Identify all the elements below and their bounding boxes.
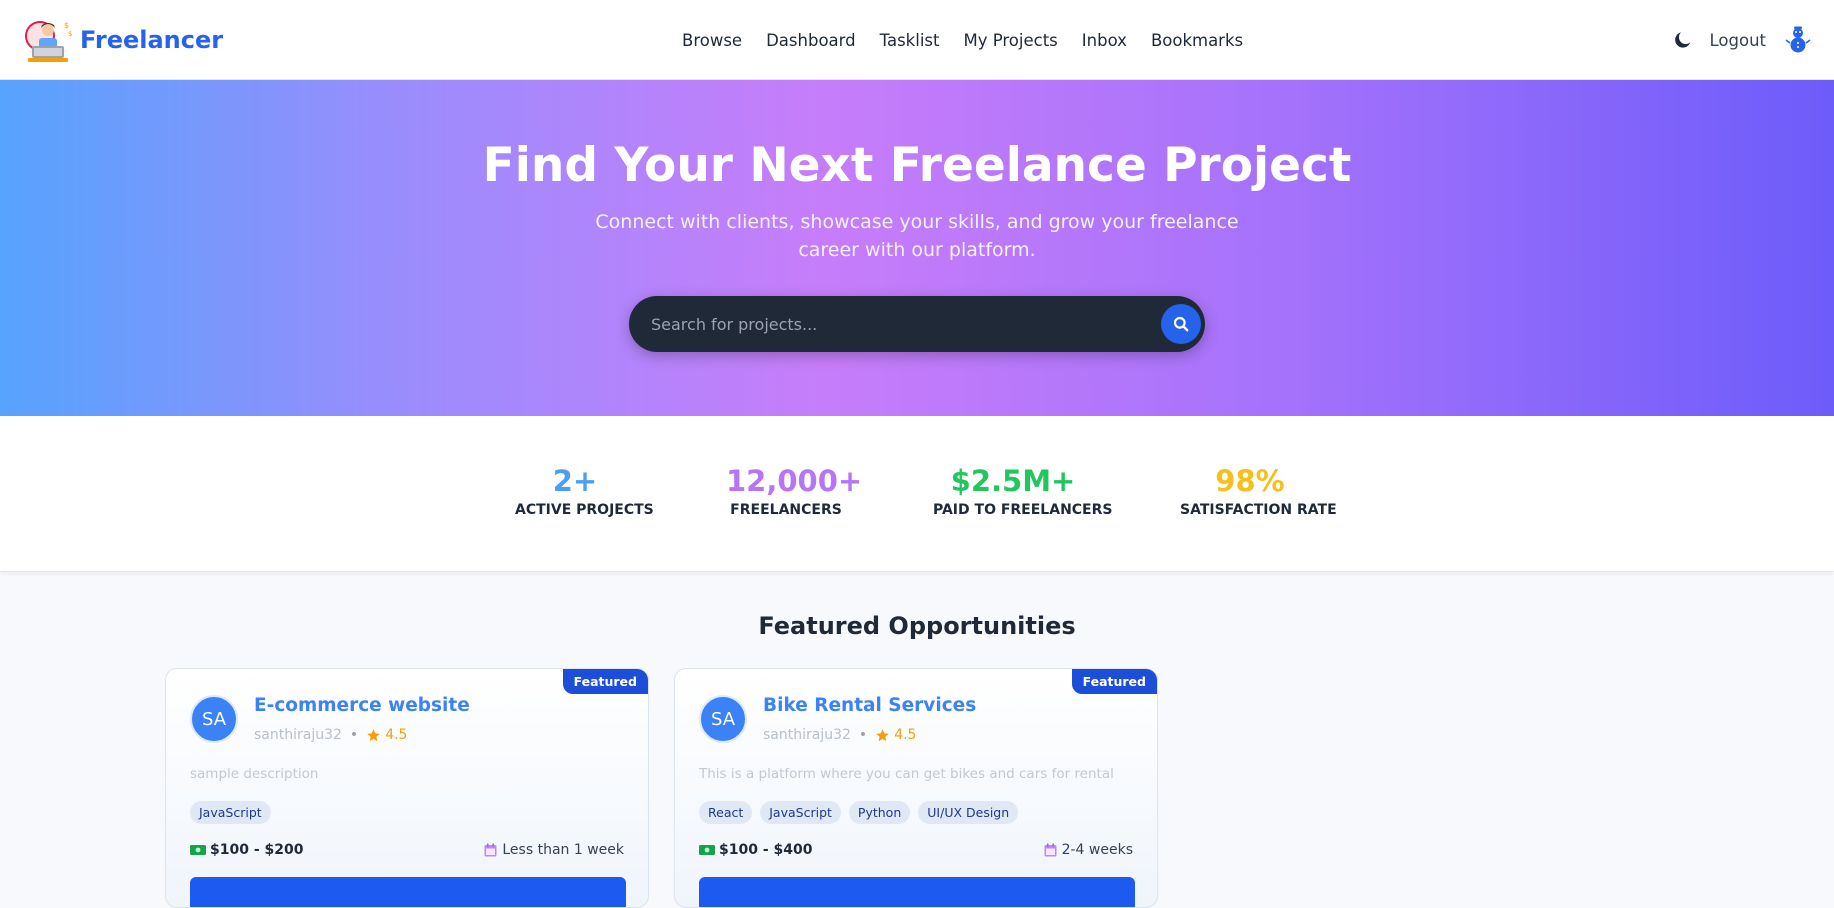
nav-link-browse[interactable]: Browse [682, 31, 742, 50]
stat-freelancers: 12,000+ FREELANCERS [726, 464, 863, 518]
stat-value: 2+ [552, 464, 598, 498]
skill-tag: Python [848, 801, 911, 824]
nav-link-inbox[interactable]: Inbox [1082, 31, 1127, 50]
meta-separator: • [858, 727, 868, 743]
brand-name: Freelancer [80, 26, 224, 54]
skill-tag: React [699, 801, 753, 824]
project-description: sample description [190, 766, 319, 782]
svg-text:$: $ [68, 30, 72, 38]
moon-icon[interactable] [1672, 29, 1694, 51]
duration-value: Less than 1 week [502, 842, 624, 858]
view-project-button[interactable] [699, 877, 1135, 907]
nav-link-my-projects[interactable]: My Projects [963, 31, 1057, 50]
project-card[interactable]: Featured SA Bike Rental Services santhir… [674, 668, 1158, 908]
client-username: santhiraju32 [254, 727, 342, 743]
search-bar [629, 296, 1205, 352]
stat-value: 12,000+ [726, 464, 863, 498]
project-budget: $100 - $400 [699, 842, 813, 858]
skill-tags: React JavaScript Python UI/UX Design [699, 801, 1026, 824]
budget-value: $100 - $200 [210, 842, 304, 858]
money-icon [699, 845, 715, 855]
nav-actions: Logout [1672, 0, 1813, 80]
search-icon [1173, 316, 1189, 332]
project-duration: Less than 1 week [484, 842, 624, 858]
card-meta: santhiraju32 • 4.5 [763, 727, 916, 743]
client-rating: 4.5 [385, 727, 408, 743]
star-icon [367, 728, 380, 741]
stat-label: FREELANCERS [730, 502, 842, 518]
featured-title: Featured Opportunities [758, 612, 1076, 640]
skill-tag: JavaScript [760, 801, 841, 824]
skill-tags: JavaScript [190, 801, 279, 824]
hero-section: Find Your Next Freelance Project Connect… [0, 80, 1834, 416]
stat-label: PAID TO FREELANCERS [933, 502, 1113, 518]
skill-tag: JavaScript [190, 801, 271, 824]
hero-title: Find Your Next Freelance Project [482, 138, 1352, 193]
client-username: santhiraju32 [763, 727, 851, 743]
featured-badge: Featured [1071, 669, 1157, 694]
search-button[interactable] [1161, 304, 1201, 344]
brand[interactable]: $ $ Freelancer [24, 16, 223, 64]
stat-paid-to-freelancers: $2.5M+ PAID TO FREELANCERS [933, 464, 1113, 518]
project-budget: $100 - $200 [190, 842, 304, 858]
project-title-link[interactable]: E-commerce website [254, 695, 470, 716]
svg-text:$: $ [64, 21, 69, 30]
snowman-avatar-icon[interactable] [1784, 26, 1812, 54]
main-nav: Browse Dashboard Tasklist My Projects In… [682, 0, 1267, 80]
view-project-button[interactable] [190, 877, 626, 907]
meta-separator: • [349, 727, 359, 743]
nav-link-dashboard[interactable]: Dashboard [766, 31, 856, 50]
stat-label: ACTIVE PROJECTS [515, 502, 654, 518]
budget-value: $100 - $400 [719, 842, 813, 858]
hero-subtitle: Connect with clients, showcase your skil… [595, 211, 1239, 261]
featured-badge: Featured [562, 669, 648, 694]
stat-satisfaction-rate: 98% SATISFACTION RATE [1180, 464, 1337, 518]
project-description: This is a platform where you can get bik… [699, 766, 1114, 782]
project-title-link[interactable]: Bike Rental Services [763, 695, 976, 716]
star-icon [876, 728, 889, 741]
nav-link-bookmarks[interactable]: Bookmarks [1151, 31, 1243, 50]
calendar-icon [1044, 843, 1057, 857]
client-avatar: SA [699, 695, 747, 743]
search-input[interactable] [651, 296, 1131, 352]
project-card[interactable]: Featured SA E-commerce website santhiraj… [165, 668, 649, 908]
stats-section: 2+ ACTIVE PROJECTS 12,000+ FREELANCERS $… [0, 416, 1834, 572]
project-duration: 2-4 weeks [1044, 842, 1133, 858]
stat-active-projects: 2+ ACTIVE PROJECTS [515, 464, 654, 518]
client-avatar: SA [190, 695, 238, 743]
stat-value: $2.5M+ [950, 464, 1076, 498]
card-meta: santhiraju32 • 4.5 [254, 727, 407, 743]
stat-label: SATISFACTION RATE [1180, 502, 1337, 518]
stat-value: 98% [1215, 464, 1285, 498]
skill-tag: UI/UX Design [918, 801, 1019, 824]
money-icon [190, 845, 206, 855]
duration-value: 2-4 weeks [1061, 842, 1133, 858]
client-rating: 4.5 [894, 727, 917, 743]
logout-button[interactable]: Logout [1710, 31, 1767, 50]
nav-link-tasklist[interactable]: Tasklist [880, 31, 940, 50]
calendar-icon [484, 843, 497, 857]
top-navbar: $ $ Freelancer Browse Dashboard Tasklist… [0, 0, 1834, 80]
freelancer-logo-icon: $ $ [25, 21, 72, 62]
